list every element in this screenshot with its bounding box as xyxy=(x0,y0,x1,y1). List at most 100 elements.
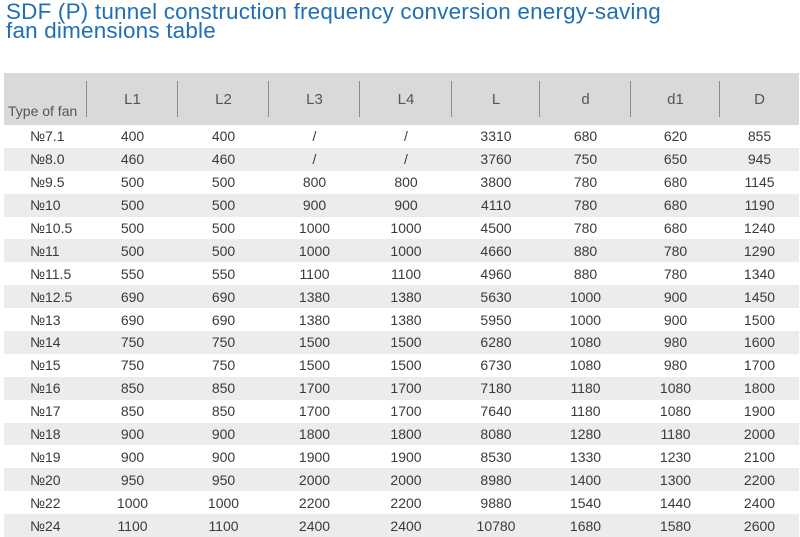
table-row: №15 750 750 1500 1500 6730 1080 980 1700 xyxy=(4,353,799,377)
dimension-cell: 1700 xyxy=(390,403,422,420)
table-row: №13 690 690 1380 1380 5950 1000 900 1500 xyxy=(4,308,799,332)
table-row: №19 900 900 1900 1900 8530 1330 1230 2100 xyxy=(4,445,799,469)
dimension-cell: 1145 xyxy=(744,174,775,191)
dimension-cell: 9880 xyxy=(480,494,512,511)
dimension-cell: 1330 xyxy=(569,448,602,465)
dimension-cell: 1500 xyxy=(390,334,422,351)
header-l: L xyxy=(452,73,540,125)
dimension-cell: 1900 xyxy=(390,448,422,465)
dimension-cell: 550 xyxy=(211,265,236,282)
fan-type-cell: №19 xyxy=(30,448,61,465)
dimension-cell: 500 xyxy=(211,242,236,259)
dimension-cell: 4960 xyxy=(480,265,512,282)
dimension-cell: 1900 xyxy=(298,448,331,465)
dimension-cell: 680 xyxy=(573,128,598,145)
dimension-cell: 1700 xyxy=(390,380,422,397)
dimension-cell: 4500 xyxy=(480,220,512,236)
dimension-cell: 900 xyxy=(663,288,688,305)
table-row: №10 500 500 900 900 4110 780 680 1190 xyxy=(4,193,799,217)
table-row: №12.5 690 690 1380 1380 5630 1000 900 1450 xyxy=(4,285,799,309)
dimension-cell: 1000 xyxy=(569,288,602,305)
dimension-cell: 7640 xyxy=(480,403,512,420)
dimension-cell: 690 xyxy=(120,288,145,305)
dimension-cell: 900 xyxy=(120,426,145,443)
table-row: №22 1000 1000 2200 2200 9880 1540 1440 2400 xyxy=(4,491,799,515)
dimension-cell: 780 xyxy=(663,242,688,259)
dimension-cell: 1080 xyxy=(659,380,692,397)
header-l4: L4 xyxy=(360,73,452,125)
dimension-cell: 950 xyxy=(120,471,145,488)
dimension-cell: 2000 xyxy=(298,471,331,488)
dimension-cell: 880 xyxy=(573,265,598,282)
dimension-cell: 1180 xyxy=(570,403,601,420)
dimension-cell: 1000 xyxy=(116,494,149,511)
table-row: №7.1 400 400 / / 3310 680 620 855 xyxy=(4,125,799,148)
dimension-cell: 850 xyxy=(211,403,236,420)
dimension-cell: 1080 xyxy=(569,357,602,374)
dimension-cell: 780 xyxy=(573,197,598,214)
fan-type-cell: №20 xyxy=(30,471,61,488)
header-d: d xyxy=(540,73,631,125)
dimension-cell: 750 xyxy=(120,357,145,374)
dimension-cell: 500 xyxy=(120,197,145,214)
dimension-cell: 500 xyxy=(120,174,145,191)
dimension-cell: 620 xyxy=(663,128,688,145)
fan-type-cell: №11 xyxy=(30,242,60,259)
dimension-cell: 2200 xyxy=(390,494,422,511)
header-d-outer: D xyxy=(754,90,765,108)
dimension-cell: 500 xyxy=(211,220,236,236)
dimension-cell: 460 xyxy=(120,151,145,168)
dimension-cell: 1700 xyxy=(298,403,331,420)
dimension-cell: 3760 xyxy=(480,151,512,168)
fan-type-cell: №11.5 xyxy=(30,265,72,282)
dimension-cell: 4660 xyxy=(480,242,512,259)
dimension-cell: 1380 xyxy=(390,311,422,328)
dimension-cell: 1500 xyxy=(298,334,331,351)
fan-type-cell: №14 xyxy=(30,334,61,351)
dimension-cell: 1190 xyxy=(744,197,775,214)
dimension-cell: 2100 xyxy=(743,448,776,465)
fan-type-cell: №9.5 xyxy=(30,174,65,191)
dimension-cell: 950 xyxy=(211,471,236,488)
dimension-cell: 980 xyxy=(663,357,688,374)
table-body: №7.1 400 400 / / 3310 680 620 855 №8.0 460 460 / / 376… xyxy=(4,125,799,537)
dimension-cell: 2000 xyxy=(390,471,422,488)
dimension-cell: 750 xyxy=(573,151,598,168)
dimension-cell: 1300 xyxy=(659,471,692,488)
dimension-cell: 8530 xyxy=(480,448,512,465)
table-row: №10.5 500 500 1000 1000 4500 780 680 1240 xyxy=(4,216,799,240)
dimension-cell: 680 xyxy=(663,174,688,191)
dimension-cell: 900 xyxy=(394,197,418,214)
fan-type-cell: №17 xyxy=(30,403,61,420)
dimension-cell: 6280 xyxy=(480,334,512,351)
dimension-cell: 5630 xyxy=(480,288,512,305)
dimension-cell: 550 xyxy=(120,265,145,282)
dimension-cell: 1080 xyxy=(659,403,692,420)
dimension-cell: 400 xyxy=(120,128,145,145)
header-type-of-fan: Type of fan xyxy=(4,73,87,125)
fan-type-cell: №12.5 xyxy=(30,288,73,305)
dimension-cell: 1180 xyxy=(660,426,691,443)
dimension-cell: 850 xyxy=(120,403,145,420)
table-row: №14 750 750 1500 1500 6280 1080 980 1600 xyxy=(4,331,799,354)
dimension-cell: 750 xyxy=(120,334,145,351)
dimension-cell: 1000 xyxy=(390,242,422,259)
dimension-cell: / xyxy=(404,128,408,145)
dimension-cell: 500 xyxy=(120,220,145,236)
dimension-cell: 1900 xyxy=(743,403,776,420)
dimension-cell: 945 xyxy=(747,151,772,168)
dimension-cell: 900 xyxy=(663,311,688,328)
dimension-cell: 1600 xyxy=(743,334,776,351)
dimension-cell: / xyxy=(312,128,317,145)
dimension-cell: 900 xyxy=(302,197,327,214)
dimension-cell: / xyxy=(312,151,317,168)
dimension-cell: 1340 xyxy=(743,265,776,282)
dimension-cell: 6730 xyxy=(480,357,512,374)
dimension-cell: 1380 xyxy=(298,288,331,305)
dimension-cell: 400 xyxy=(211,128,236,145)
dimension-cell: 1100 xyxy=(299,265,330,282)
dimension-cell: 690 xyxy=(211,288,236,305)
dimension-cell: 1000 xyxy=(390,220,422,236)
dimension-cell: 1500 xyxy=(390,357,422,374)
dimension-cell: 900 xyxy=(211,426,236,443)
